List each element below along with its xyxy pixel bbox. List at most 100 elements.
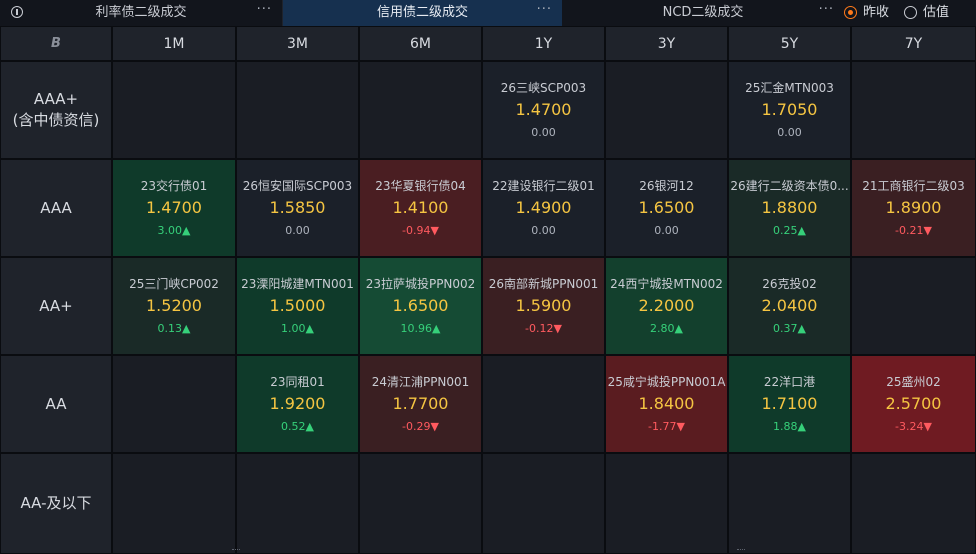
rating-header: AAA	[0, 159, 112, 257]
bond-cell[interactable]: 24西宁城投MTN002 2.2000 2.80▲	[605, 257, 728, 355]
rating-label: AAA	[40, 198, 72, 217]
empty-cell	[851, 453, 976, 554]
bond-yield: 1.9200	[269, 394, 326, 413]
tab-ncd[interactable]: NCD二级成交 ···	[562, 0, 844, 26]
bond-yield: 2.0400	[761, 296, 818, 315]
bond-change: 0.37▲	[773, 322, 806, 335]
bond-cell[interactable]: 23拉萨城投PPN002 1.6500 10.96▲	[359, 257, 482, 355]
bond-cell[interactable]: 26建行二级资本债0... 1.8800 0.25▲	[728, 159, 851, 257]
bond-change: -0.29▼	[402, 420, 439, 433]
bond-name: 25三门峡CP002	[129, 277, 219, 291]
bond-yield: 1.4100	[392, 198, 449, 217]
empty-cell	[728, 453, 851, 554]
bond-change: 0.13▲	[157, 322, 191, 335]
tab-label: 利率债二级成交	[95, 5, 187, 20]
bond-cell[interactable]: 23交行债01 1.4700 3.00▲	[112, 159, 236, 257]
empty-cell	[851, 61, 976, 159]
bond-change: -0.94▼	[402, 224, 439, 237]
bond-cell[interactable]: 26南部新城PPN001 1.5900 -0.12▼	[482, 257, 605, 355]
empty-cell	[236, 453, 359, 554]
tenor-header-1y[interactable]: 1Y	[482, 26, 605, 61]
bond-name: 26克投02	[762, 277, 817, 291]
bond-cell[interactable]: 26克投02 2.0400 0.37▲	[728, 257, 851, 355]
empty-cell	[359, 453, 482, 554]
radio-unselected-icon	[904, 6, 917, 19]
bond-yield: 1.4700	[146, 198, 202, 217]
tenor-header-6m[interactable]: 6M	[359, 26, 482, 61]
bond-cell[interactable]: 25盛州02 2.5700 -3.24▼	[851, 355, 976, 453]
bond-yield: 1.5850	[269, 198, 326, 217]
bond-yield: 1.7100	[761, 394, 818, 413]
bond-name: 22洋口港	[763, 375, 816, 389]
bond-cell[interactable]: 24清江浦PPN001 1.7700 -0.29▼	[359, 355, 482, 453]
empty-cell	[112, 453, 236, 554]
tenor-header-1m[interactable]: 1M	[112, 26, 236, 61]
tab-rate-bond[interactable]: 利率债二级成交 ···	[0, 0, 283, 26]
bond-yield: 1.6500	[638, 198, 695, 217]
bond-cell[interactable]: 26恒安国际SCP003 1.5850 0.00	[236, 159, 359, 257]
bond-cell[interactable]: 26三峡SCP003 1.4700 0.00	[482, 61, 605, 159]
credit-bond-matrix: B 1M 3M 6M 1Y 3Y 5Y 7Y AAA+ (含中债资信) 26三峡SCP003 1.4…	[0, 26, 976, 554]
bond-change: 0.25▲	[773, 224, 806, 237]
more-options-icon[interactable]: ···	[257, 0, 272, 23]
bond-name: 23华夏银行债04	[375, 179, 466, 193]
empty-cell	[236, 61, 359, 159]
bond-name: 24清江浦PPN001	[371, 375, 470, 389]
rating-header: AA	[0, 355, 112, 453]
bond-change: -1.77▼	[648, 420, 685, 433]
bond-name: 26银河12	[639, 179, 694, 193]
bond-yield: 1.7050	[761, 100, 818, 119]
empty-cell	[482, 355, 605, 453]
tenor-header-3y[interactable]: 3Y	[605, 26, 728, 61]
tenor-header-3m[interactable]: 3M	[236, 26, 359, 61]
bond-cell[interactable]: 25三门峡CP002 1.5200 0.13▲	[112, 257, 236, 355]
bond-cell[interactable]: 25咸宁城投PPN001A 1.8400 -1.77▼	[605, 355, 728, 453]
tab-credit-bond[interactable]: 信用债二级成交 ···	[283, 0, 562, 26]
bond-yield: 1.8900	[885, 198, 942, 217]
tenor-header-5y[interactable]: 5Y	[728, 26, 851, 61]
resize-grip-icon[interactable]	[232, 549, 240, 553]
bond-cell[interactable]: 25汇金MTN003 1.7050 0.00	[728, 61, 851, 159]
bond-cell[interactable]: 22建设银行二级01 1.4900 0.00	[482, 159, 605, 257]
bond-change: 2.80▲	[650, 322, 683, 335]
bond-cell[interactable]: 23同租01 1.9200 0.52▲	[236, 355, 359, 453]
bond-name: 23溧阳城建MTN001	[241, 277, 354, 291]
tab-label: NCD二级成交	[662, 5, 744, 20]
empty-cell	[359, 61, 482, 159]
bond-change: -3.24▼	[895, 420, 932, 433]
bond-name: 24西宁城投MTN002	[610, 277, 723, 291]
empty-cell	[482, 453, 605, 554]
bond-change: 1.00▲	[281, 322, 314, 335]
bond-yield: 2.2000	[638, 296, 695, 315]
bond-name: 25咸宁城投PPN001A	[607, 375, 726, 389]
bond-change: 1.88▲	[773, 420, 806, 433]
tenor-header-7y[interactable]: 7Y	[851, 26, 976, 61]
resize-grip-icon[interactable]	[737, 549, 745, 553]
bond-name: 25盛州02	[886, 375, 941, 389]
more-options-icon[interactable]: ···	[537, 0, 552, 23]
bond-change: -0.21▼	[895, 224, 932, 237]
bond-change: -0.12▼	[525, 322, 562, 335]
bond-name: 26南部新城PPN001	[488, 277, 599, 291]
radio-label: 昨收	[863, 5, 890, 20]
more-options-icon[interactable]: ···	[819, 0, 834, 23]
bond-name: 26三峡SCP003	[500, 81, 587, 95]
rating-header: AA+	[0, 257, 112, 355]
bond-change: 0.00	[777, 126, 802, 139]
bond-yield: 1.5200	[146, 296, 202, 315]
bond-yield: 1.5000	[269, 296, 326, 315]
bond-cell[interactable]: 23华夏银行债04 1.4100 -0.94▼	[359, 159, 482, 257]
bond-change: 0.00	[531, 126, 556, 139]
rating-label: AA	[45, 394, 67, 413]
bond-name: 23同租01	[270, 375, 325, 389]
bond-cell[interactable]: 26银河12 1.6500 0.00	[605, 159, 728, 257]
bond-name: 26恒安国际SCP003	[242, 179, 353, 193]
empty-cell	[112, 355, 236, 453]
rating-header: AAA+ (含中债资信)	[0, 61, 112, 159]
rating-label: AA-及以下	[20, 494, 92, 512]
bond-cell[interactable]: 22洋口港 1.7100 1.88▲	[728, 355, 851, 453]
bond-name: 23交行债01	[140, 179, 208, 193]
rating-header: AA-及以下	[0, 453, 112, 554]
bond-cell[interactable]: 23溧阳城建MTN001 1.5000 1.00▲	[236, 257, 359, 355]
bond-cell[interactable]: 21工商银行二级03 1.8900 -0.21▼	[851, 159, 976, 257]
